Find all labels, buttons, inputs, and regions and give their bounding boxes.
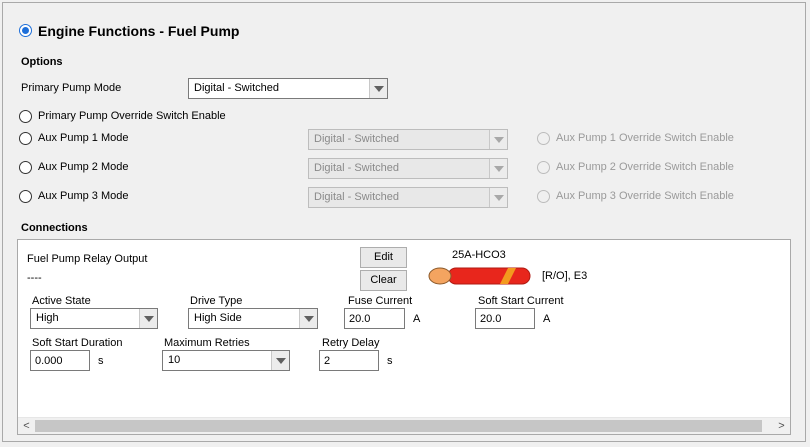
soft-start-current-value: 20.0 [480, 313, 502, 325]
fuse-current-value: 20.0 [349, 313, 371, 325]
aux-pump-3-mode-select: Digital - Switched [308, 187, 508, 208]
soft-start-current-label: Soft Start Current [478, 295, 564, 307]
horizontal-scrollbar[interactable]: < > [18, 417, 790, 434]
chevron-down-icon [489, 188, 507, 207]
fuse-current-label: Fuse Current [348, 295, 413, 307]
connections-box [17, 239, 791, 435]
aux-pump-3-override-label: Aux Pump 3 Override Switch Enable [556, 190, 734, 202]
options-section-label: Options [21, 56, 63, 68]
aux-pump-1-override-radio [537, 132, 550, 145]
aux-pump-1-mode-select: Digital - Switched [308, 129, 508, 150]
aux-pump-3-mode-value: Digital - Switched [314, 191, 399, 203]
soft-start-duration-unit: s [98, 355, 104, 367]
active-state-label: Active State [32, 295, 91, 307]
wire-info: [R/O], E3 [542, 270, 588, 282]
soft-start-current-input[interactable]: 20.0 [475, 308, 535, 329]
wire-code: 25A-HCO3 [452, 249, 506, 261]
aux-pump-2-override-radio [537, 161, 550, 174]
active-state-select[interactable]: High [30, 308, 158, 329]
soft-start-current-unit: A [543, 313, 551, 325]
chevron-down-icon [271, 351, 289, 370]
primary-pump-override-radio[interactable] [19, 110, 32, 123]
page-title: Engine Functions - Fuel Pump [38, 23, 240, 39]
aux-pump-1-mode-label: Aux Pump 1 Mode [38, 132, 129, 144]
retry-delay-value: 2 [324, 355, 331, 367]
edit-button[interactable]: Edit [360, 247, 407, 268]
soft-start-duration-value: 0.000 [35, 355, 63, 367]
aux-pump-1-override-label: Aux Pump 1 Override Switch Enable [556, 132, 734, 144]
scrollbar-thumb[interactable] [35, 420, 762, 432]
primary-pump-mode-value: Digital - Switched [194, 82, 279, 94]
chevron-down-icon [139, 309, 157, 328]
aux-pump-3-mode-label: Aux Pump 3 Mode [38, 190, 129, 202]
aux-pump-2-enable-radio[interactable] [19, 161, 32, 174]
retry-delay-unit: s [387, 355, 393, 367]
clear-button[interactable]: Clear [360, 270, 407, 291]
scroll-right-icon[interactable]: > [773, 419, 790, 434]
primary-pump-mode-select[interactable]: Digital - Switched [188, 78, 388, 99]
primary-pump-override-label: Primary Pump Override Switch Enable [38, 110, 226, 122]
chevron-down-icon [299, 309, 317, 328]
fuse-current-unit: A [413, 313, 421, 325]
aux-pump-2-mode-value: Digital - Switched [314, 162, 399, 174]
aux-pump-3-enable-radio[interactable] [19, 190, 32, 203]
soft-start-duration-input[interactable]: 0.000 [30, 350, 90, 371]
chevron-down-icon [369, 79, 387, 98]
drive-type-select[interactable]: High Side [188, 308, 318, 329]
relay-pin-value: ---- [27, 272, 42, 284]
aux-pump-1-mode-value: Digital - Switched [314, 133, 399, 145]
relay-output-title: Fuel Pump Relay Output [27, 253, 148, 265]
aux-pump-3-override-radio [537, 190, 550, 203]
active-state-value: High [36, 312, 59, 324]
soft-start-duration-label: Soft Start Duration [32, 337, 123, 349]
drive-type-value: High Side [194, 312, 242, 324]
drive-type-label: Drive Type [190, 295, 243, 307]
fuse-current-input[interactable]: 20.0 [344, 308, 405, 329]
maximum-retries-value: 10 [168, 354, 181, 366]
chevron-down-icon [489, 130, 507, 149]
wire-icon [428, 267, 531, 285]
primary-pump-mode-label: Primary Pump Mode [21, 82, 122, 94]
aux-pump-1-enable-radio[interactable] [19, 132, 32, 145]
scroll-left-icon[interactable]: < [18, 419, 35, 434]
engine-function-enable-radio[interactable] [19, 24, 32, 37]
aux-pump-2-mode-select: Digital - Switched [308, 158, 508, 179]
chevron-down-icon [489, 159, 507, 178]
retry-delay-input[interactable]: 2 [319, 350, 379, 371]
maximum-retries-select[interactable]: 10 [162, 350, 290, 371]
retry-delay-label: Retry Delay [322, 337, 380, 349]
aux-pump-2-override-label: Aux Pump 2 Override Switch Enable [556, 161, 734, 173]
aux-pump-2-mode-label: Aux Pump 2 Mode [38, 161, 129, 173]
maximum-retries-label: Maximum Retries [164, 337, 250, 349]
connections-section-label: Connections [21, 222, 88, 234]
